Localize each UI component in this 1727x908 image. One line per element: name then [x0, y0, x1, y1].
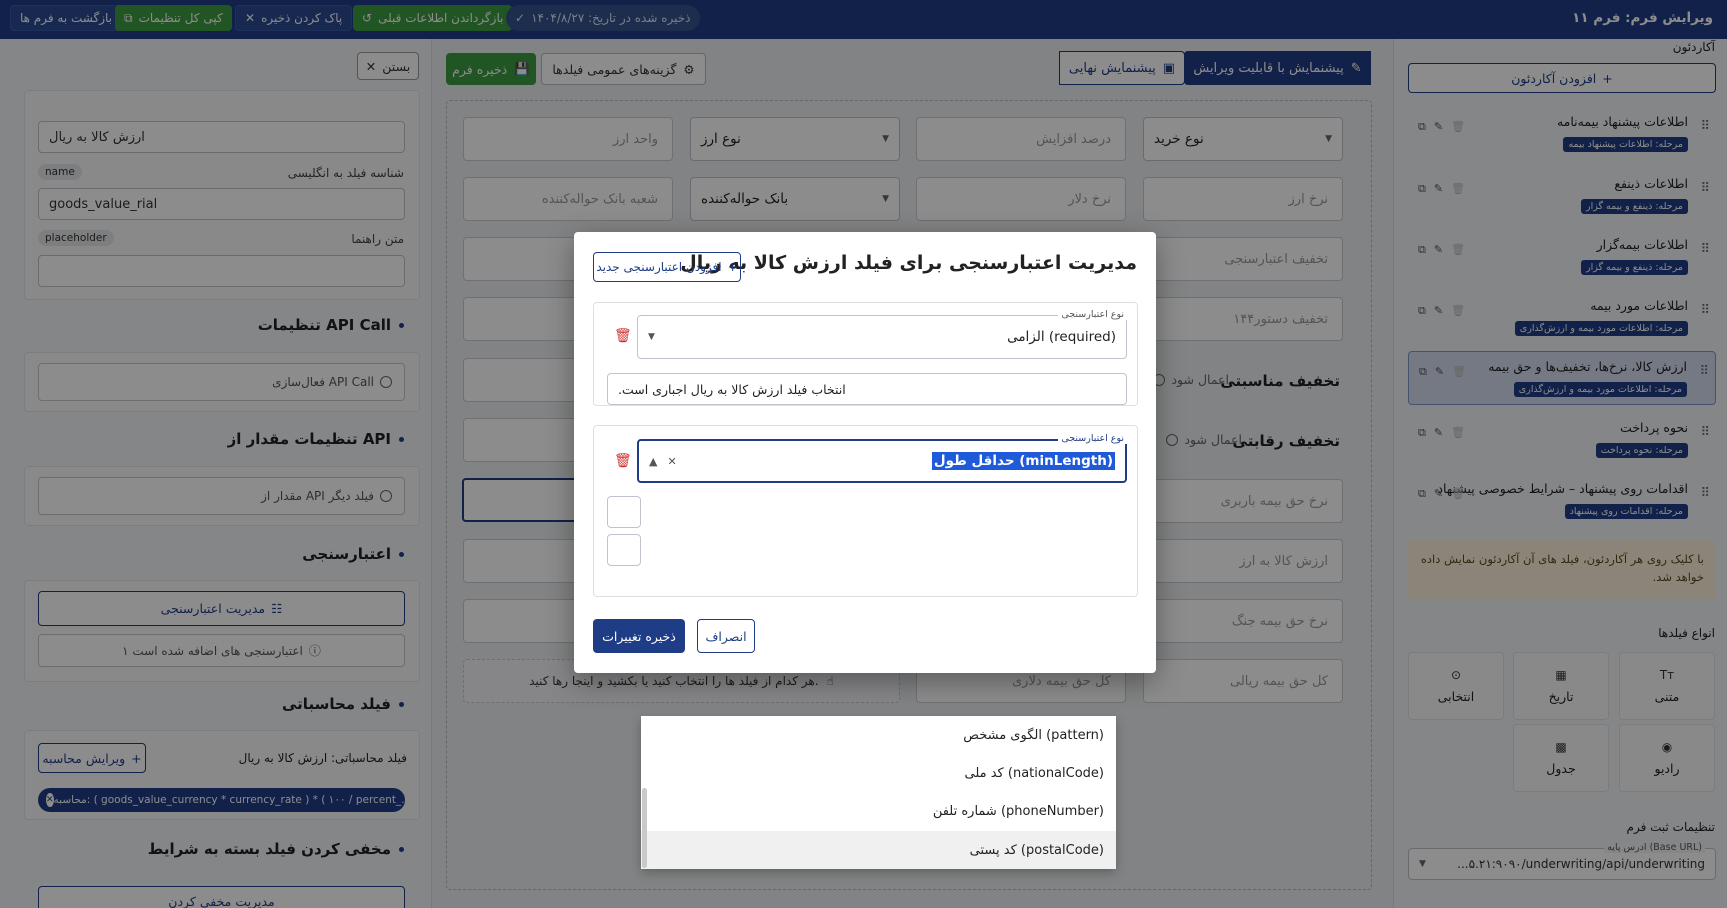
save-changes-button[interactable]: ذخیره تغییرات	[593, 619, 685, 653]
min-length-input[interactable]	[607, 496, 641, 528]
clear-icon[interactable]: ✕	[667, 455, 676, 468]
plus-icon: +	[727, 260, 738, 274]
option-national-code[interactable]: کد ملی (nationalCode)	[641, 754, 1116, 792]
option-pattern[interactable]: الگوی مشخص (pattern)	[641, 716, 1116, 754]
chevron-down-icon: ▼	[648, 332, 655, 342]
dropdown-scrollbar[interactable]	[642, 788, 647, 868]
trash-icon[interactable]: 🗑	[614, 453, 632, 469]
chevron-up-icon: ▲	[649, 454, 658, 468]
validation-type-select-open[interactable]: ▲ ✕ حداقل طول (minLength)	[637, 439, 1127, 483]
validation-type-label: نوع اعتبارسنجی	[1058, 309, 1127, 320]
option-postal-code[interactable]: کد پستی (postalCode)	[641, 831, 1116, 869]
message-input[interactable]	[607, 534, 641, 566]
cancel-button[interactable]: انصراف	[697, 619, 755, 653]
validation-modal: مدیریت اعتبارسنجی برای فیلد ارزش کالا به…	[574, 232, 1156, 869]
add-validation-button[interactable]: افزودن اعتبارسنجی جدید +	[593, 252, 741, 282]
validation-message-input[interactable]: انتخاب فیلد ارزش کالا به ریال اجباری است…	[607, 373, 1127, 405]
validation-type-select[interactable]: ▼ الزامی (required)	[637, 315, 1127, 359]
option-phone-number[interactable]: شماره تلفن (phoneNumber)	[641, 792, 1116, 830]
trash-icon[interactable]: 🗑	[614, 328, 632, 344]
modal-title: مدیریت اعتبارسنجی برای فیلد ارزش کالا به…	[680, 252, 1137, 274]
validation-type-dropdown: الگوی مشخص (pattern) کد ملی (nationalCod…	[641, 716, 1116, 869]
validation-type-label: نوع اعتبارسنجی	[1058, 433, 1127, 444]
validation-rule-card: ▲ ✕ حداقل طول (minLength) نوع اعتبارسنجی 🗑	[593, 425, 1138, 597]
validation-rule-card: ▼ الزامی (required) نوع اعتبارسنجی 🗑 انتخ…	[593, 302, 1138, 406]
